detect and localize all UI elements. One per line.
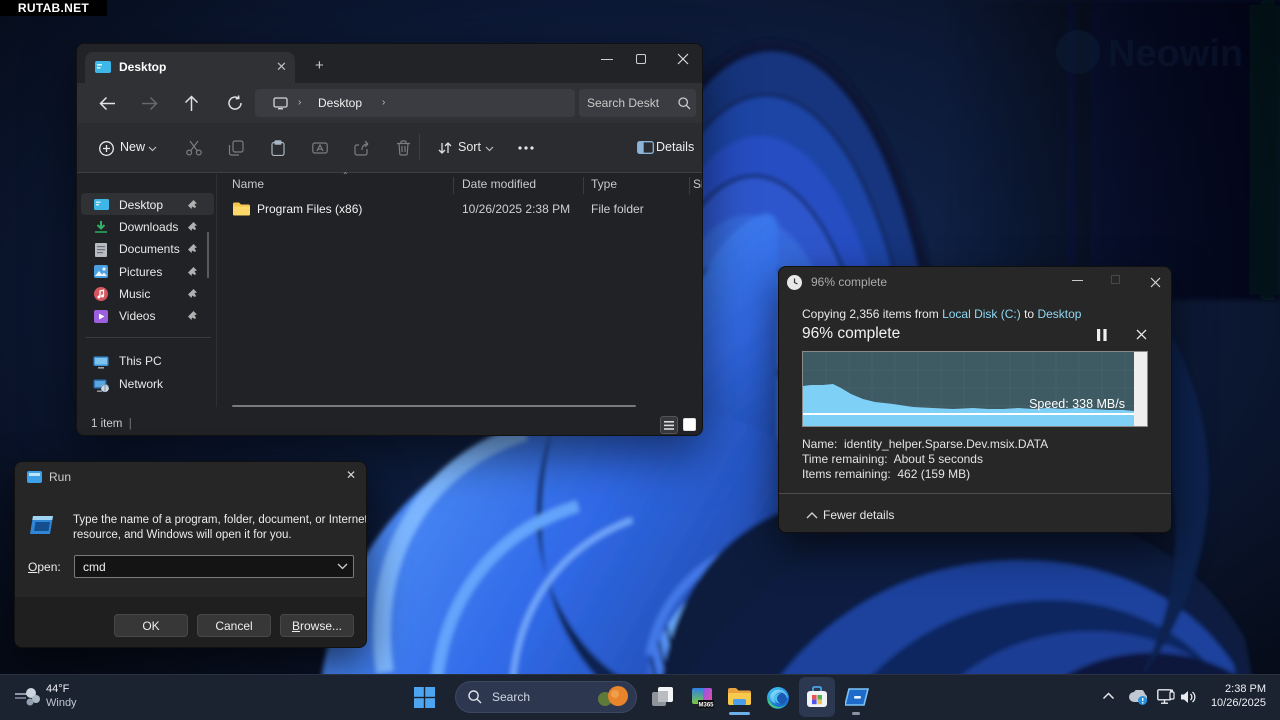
svg-text:M365: M365 [698,703,714,709]
svg-text:Neowin: Neowin [1108,33,1243,75]
svg-text:Speed: 338 MB/s: Speed: 338 MB/s [1029,397,1125,411]
